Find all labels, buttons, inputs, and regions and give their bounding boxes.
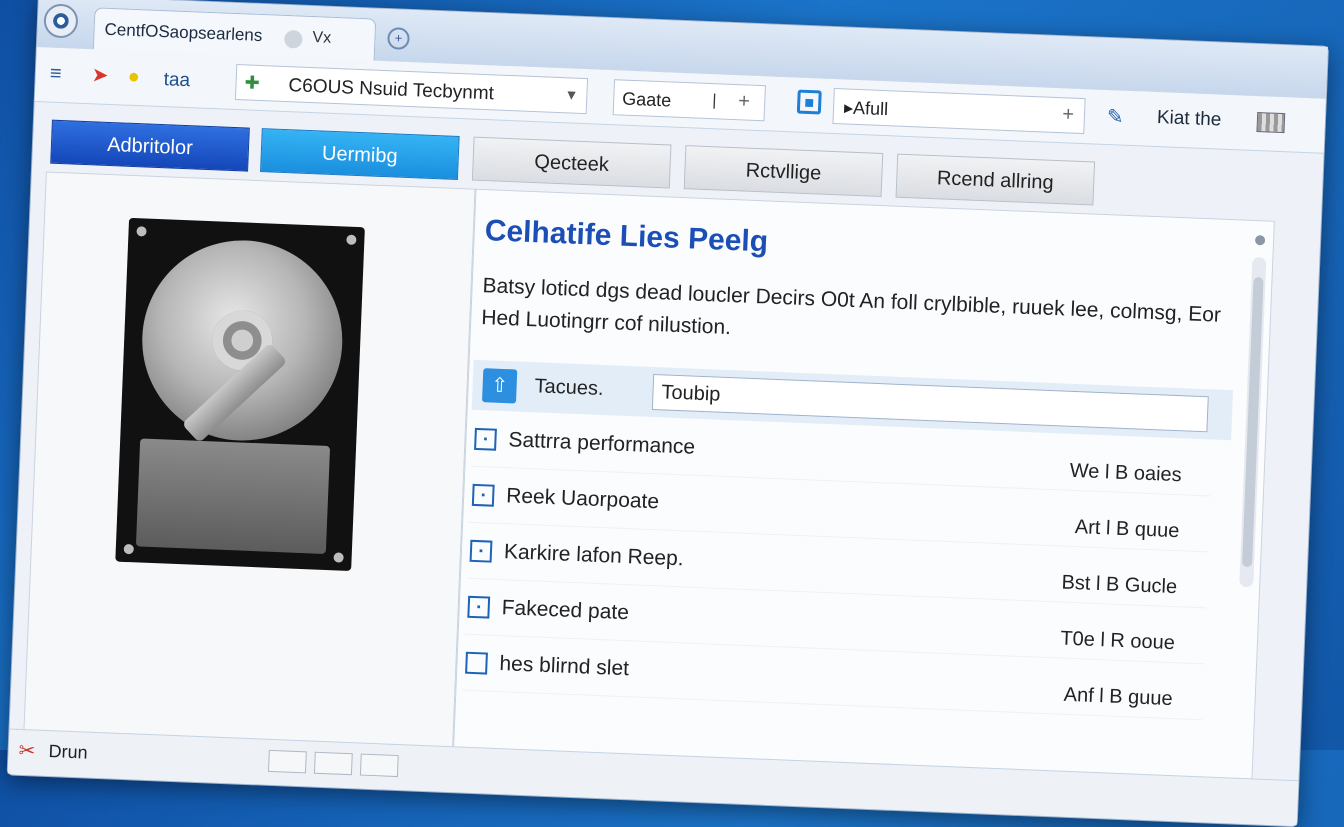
screw-icon [123,543,134,555]
status-text: Drun [48,741,89,763]
chevron-down-icon[interactable]: ▼ [564,86,578,103]
action-button-3[interactable]: Qecteek [471,136,672,189]
item-icon: ▪ [471,483,495,507]
yellow-circle-icon[interactable]: ● [127,66,140,88]
list-item-value: Bst l B Gucle [1061,571,1178,599]
red-arrow-icon[interactable]: ➤ [91,64,109,87]
address-bar[interactable]: ✚ C6OUS Nsuid Tecbynmt ▼ [234,64,589,115]
secondary-input-value: ▸Afull [843,97,889,120]
page-description: Batsy loticd dgs dead loucler Decirs O0t… [480,274,1222,340]
scroll-thumb[interactable] [1241,277,1264,568]
preview-pane [23,171,476,749]
address-value: C6OUS Nsuid Tecbynmt [288,75,495,105]
network-icon: ✚ [244,72,261,93]
list-item-value: Art l B quue [1074,516,1180,543]
app-status-icon: ✂ [18,739,36,763]
list-item-name: Fakeced pate [501,596,630,625]
app-window: CentfOSaopsearlens Vx + ≡ □ ➔ ≡ ➤ ● taa … [6,0,1329,827]
item-icon: ▪ [467,595,491,619]
secondary-input[interactable]: ▸Afull + [832,88,1086,135]
tab-close-button[interactable]: Vx [312,29,331,48]
menu-icon[interactable]: ≡ [49,63,62,85]
flag-icon [1256,112,1286,134]
status-field[interactable] [267,749,307,774]
details-pane: Celhatife Lies Peelg Batsy loticd dgs de… [453,188,1275,781]
list-item-value: We l B oaies [1069,459,1183,487]
list-item-name: hes blirnd slet [499,652,630,681]
list-item-value: Anf l B guue [1063,683,1174,711]
item-icon [465,651,488,675]
scroll-up-icon[interactable] [1254,235,1266,246]
screw-icon [136,226,147,237]
tab-status-dot-icon [284,29,303,49]
upload-icon[interactable]: ⇧ [481,368,518,404]
search-input[interactable]: Gaate | + [612,79,766,122]
hard-drive-image [115,217,365,572]
search-separator: | [711,92,717,110]
vertical-scrollbar[interactable] [1239,256,1267,588]
status-field[interactable] [359,753,399,778]
screw-icon [346,234,357,245]
item-icon: ▪ [474,427,497,451]
new-tab-button[interactable]: + [387,27,410,50]
filter-label: Tacues. [534,375,604,401]
toolbar-right-label: Kiat the [1156,107,1222,131]
action-button-4[interactable]: Rctvllige [683,145,884,198]
toolbar-label[interactable]: taa [163,69,190,92]
action-button-5[interactable]: Rcend allring [895,153,1096,206]
screw-icon [333,552,344,563]
platter-graphic [138,236,347,445]
tab-title: CentfOSaopsearlens [104,19,263,46]
edit-icon[interactable]: ✎ [1106,104,1124,130]
page-title: Celhatife Lies Peelg [484,214,769,259]
refresh-icon[interactable]: ◼ [796,89,822,115]
list-item-value: T0e l R ooue [1059,627,1176,655]
search-add-icon[interactable]: + [738,90,751,113]
list-item-name: Karkire lafon Reep. [503,540,685,571]
action-button-1[interactable]: Adbritolor [50,119,250,172]
search-value: Gaate [621,88,672,111]
status-field[interactable] [313,751,353,776]
list-item-name: Reek Uaorpoate [505,484,660,514]
item-icon: ▪ [469,539,493,563]
drive-base-graphic [135,438,331,554]
filter-input[interactable]: Toubip [651,373,1209,433]
list-item-name: Sattrra performance [508,428,696,459]
app-orb-icon[interactable] [43,3,79,39]
action-button-2[interactable]: Uermibg [260,128,460,181]
secondary-add-icon[interactable]: + [1062,103,1075,126]
